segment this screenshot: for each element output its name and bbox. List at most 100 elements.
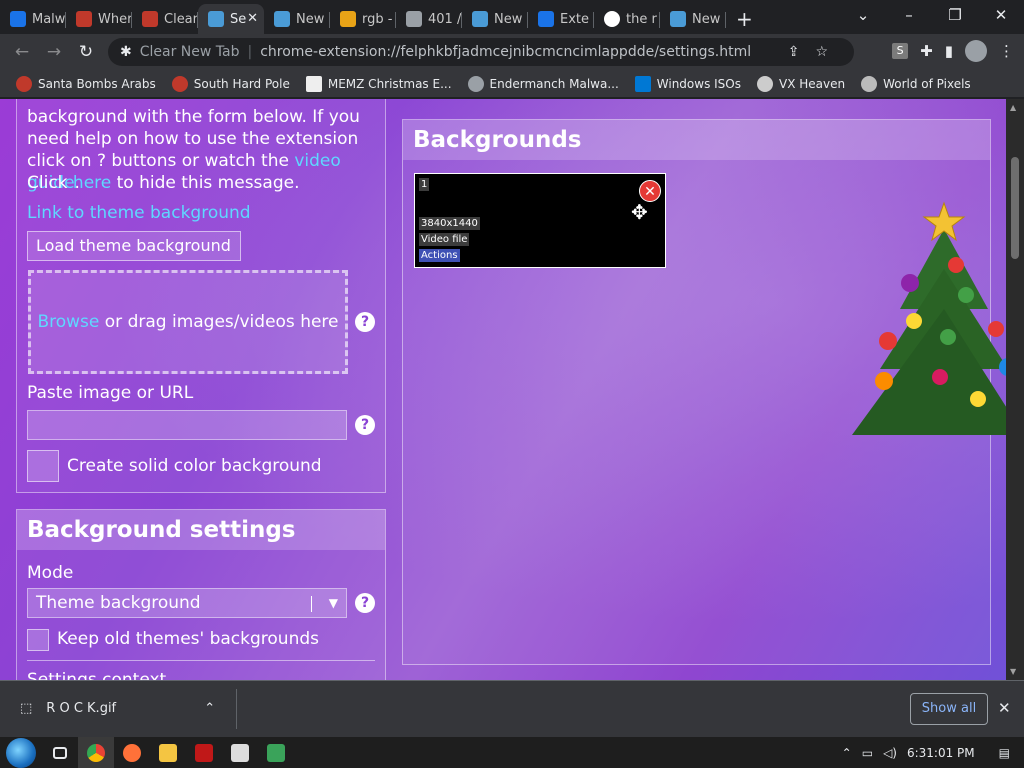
close-tab-icon[interactable]: ✕ (247, 11, 258, 26)
tab-search-icon[interactable]: ⌄ (840, 0, 886, 30)
share-bookmark-icons[interactable]: ⇪☆ (788, 44, 844, 60)
tab-label: New (494, 11, 523, 27)
mode-value: Theme background (36, 593, 201, 613)
profile-avatar[interactable] (965, 40, 987, 62)
settings-page: background with the form below. If you n… (0, 99, 1024, 680)
bookmarks-bar: Santa Bombs Arabs South Hard Pole MEMZ C… (0, 70, 1024, 98)
scrollbar-thumb[interactable] (1011, 157, 1019, 259)
bookmark-item[interactable]: Endermanch Malwa... (467, 75, 619, 92)
s-extension-icon[interactable]: S (892, 43, 909, 59)
minimize-button[interactable]: – (886, 0, 932, 30)
tab-label: Malw (32, 11, 66, 27)
tab-5[interactable]: rgb - (330, 4, 396, 34)
windows-taskbar: ⌃ ▭ ◁) 6:31:01 PM ▤ (0, 737, 1024, 768)
item-actions-button[interactable]: Actions (419, 249, 460, 262)
volume-icon[interactable]: ◁) (883, 746, 897, 760)
intro-text: click on ? buttons or watch the (27, 151, 295, 171)
address-bar[interactable]: ✱ Clear New Tab | chrome-extension://fel… (108, 38, 854, 66)
system-tray: ⌃ ▭ ◁) 6:31:01 PM ▤ (842, 737, 1024, 768)
maximize-button[interactable]: ❐ (932, 0, 978, 30)
mcafee-icon[interactable] (186, 737, 222, 768)
back-button[interactable]: ← (6, 42, 38, 62)
url-input[interactable] (27, 410, 347, 440)
paste-url-label: Paste image or URL (27, 383, 194, 403)
download-item[interactable]: ⬚ R O C K.gif ⌃ (20, 701, 215, 716)
browse-link[interactable]: Browse (37, 312, 99, 332)
tab-label: Exte (560, 11, 590, 27)
reload-button[interactable]: ↻ (70, 42, 102, 62)
notifications-icon[interactable]: ▤ (999, 746, 1010, 760)
tab-8[interactable]: Exte (528, 4, 594, 34)
close-download-bar-icon[interactable]: ✕ (998, 699, 1011, 717)
divider (27, 660, 375, 661)
keep-backgrounds-checkbox[interactable] (27, 629, 49, 651)
download-filename: R O C K.gif (46, 701, 117, 716)
help-icon[interactable]: ? (355, 593, 375, 613)
tab-2[interactable]: Clear (132, 4, 198, 34)
scroll-up-icon[interactable]: ▲ (1010, 103, 1016, 112)
show-all-button[interactable]: Show all (910, 693, 988, 725)
christmas-tree-decoration (852, 201, 1024, 435)
chevron-up-icon[interactable]: ⌃ (204, 701, 215, 716)
tab-10[interactable]: New (660, 4, 726, 34)
hide-message-link[interactable]: here (73, 173, 111, 193)
bookmark-label: World of Pixels (883, 76, 971, 91)
tab-7[interactable]: New (462, 4, 528, 34)
extensions-puzzle-icon[interactable]: ✚ (920, 42, 933, 60)
menu-icon[interactable]: ⋮ (999, 42, 1014, 60)
file-explorer-icon[interactable] (150, 737, 186, 768)
bookmark-item[interactable]: South Hard Pole (171, 75, 290, 92)
tab-0[interactable]: Malw (0, 4, 66, 34)
bookmark-item[interactable]: VX Heaven (757, 75, 846, 92)
background-thumbnail[interactable]: 1 3840x1440 Video file Actions ✕ ✥ (414, 173, 666, 268)
tab-6[interactable]: 401 / (396, 4, 462, 34)
forward-button[interactable]: → (38, 42, 70, 62)
bookmark-item[interactable]: World of Pixels (861, 75, 971, 92)
tab-label: 401 / (428, 11, 462, 27)
app-icon[interactable] (258, 737, 294, 768)
firefox-icon[interactable] (114, 737, 150, 768)
theme-background-link[interactable]: Link to theme background (27, 202, 251, 224)
page-scrollbar[interactable]: ▲ ▼ (1006, 99, 1024, 680)
clock[interactable]: 6:31:01 PM (907, 746, 975, 760)
solid-color-label: Create solid color background (67, 456, 322, 476)
help-icon[interactable]: ? (355, 415, 375, 435)
mode-select[interactable]: Theme background ▼ (27, 588, 347, 618)
bookmark-item[interactable]: Santa Bombs Arabs (16, 75, 156, 92)
drop-zone[interactable]: Browse or drag images/videos here (28, 270, 348, 374)
chevron-up-icon[interactable]: ⌃ (842, 746, 852, 760)
bookmark-item[interactable]: MEMZ Christmas E... (305, 75, 452, 92)
bookmark-label: MEMZ Christmas E... (327, 76, 452, 91)
close-window-button[interactable]: ✕ (978, 0, 1024, 30)
tab-9[interactable]: the r (594, 4, 660, 34)
intro-text: Click (27, 173, 73, 193)
network-icon[interactable]: ▭ (862, 746, 873, 760)
bookmark-label: VX Heaven (779, 76, 846, 91)
mode-label: Mode (27, 563, 74, 583)
tab-favicon (142, 11, 158, 27)
panel-title: Backgrounds (403, 120, 990, 160)
bookmark-favicon (305, 75, 322, 92)
tab-label: Se (230, 11, 247, 27)
scroll-down-icon[interactable]: ▼ (1010, 667, 1016, 676)
tab-active[interactable]: Se ✕ (198, 4, 264, 34)
move-cursor-icon: ✥ (631, 200, 648, 224)
chevron-down-icon: ▼ (328, 596, 338, 610)
new-tab-button[interactable]: + (736, 4, 753, 34)
tab-4[interactable]: New (264, 4, 330, 34)
delete-icon[interactable]: ✕ (639, 180, 661, 202)
load-theme-background-button[interactable]: Load theme background (27, 231, 241, 261)
help-icon[interactable]: ? (355, 312, 375, 332)
bookmark-item[interactable]: Windows ISOs (634, 75, 741, 92)
tab-favicon (208, 11, 224, 27)
7zip-icon[interactable] (222, 737, 258, 768)
color-swatch[interactable] (27, 450, 59, 482)
intro-text-1: background with the form below. If you (27, 107, 360, 127)
bookmark-favicon (757, 75, 773, 92)
bookmark-label: South Hard Pole (193, 76, 290, 91)
chrome-icon[interactable] (78, 737, 114, 768)
task-view-icon[interactable] (42, 737, 78, 768)
tab-1[interactable]: Wher (66, 4, 132, 34)
side-panel-icon[interactable]: ▮ (945, 42, 953, 60)
start-button[interactable] (6, 737, 36, 768)
